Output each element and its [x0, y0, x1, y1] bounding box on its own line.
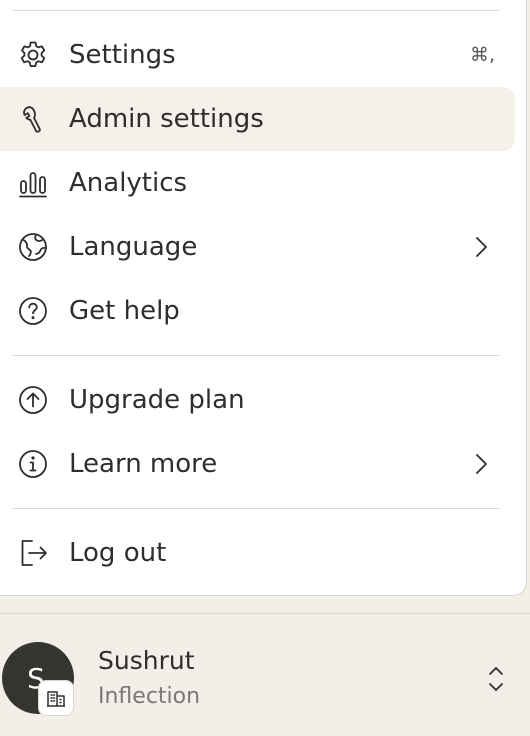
chevron-right-icon [476, 454, 487, 474]
globe-icon [16, 231, 50, 263]
menu-item-upgrade-plan[interactable]: Upgrade plan [0, 368, 515, 432]
user-name: Sushrut [98, 646, 195, 675]
menu-divider [13, 508, 499, 509]
user-organization: Inflection [98, 684, 201, 709]
bar-chart-icon [16, 167, 50, 199]
keyboard-shortcut: ⌘, [469, 44, 495, 66]
building-icon [47, 691, 65, 707]
info-circle-icon [16, 448, 50, 480]
menu-item-label: Admin settings [69, 104, 264, 134]
menu-item-admin-settings[interactable]: Admin settings [0, 87, 515, 151]
org-badge [38, 680, 74, 716]
menu-item-label: Settings [69, 40, 176, 70]
menu-item-get-help[interactable]: Get help [0, 279, 515, 343]
chevron-up-down-icon[interactable] [484, 664, 508, 694]
menu-divider [13, 10, 499, 11]
wrench-icon [16, 103, 50, 135]
menu-item-label: Analytics [69, 168, 188, 198]
menu-divider [13, 355, 499, 356]
logout-icon [16, 537, 50, 569]
menu-item-label: Language [69, 232, 198, 262]
account-switcher[interactable]: S Sushrut Inflection [0, 613, 530, 736]
menu-item-analytics[interactable]: Analytics [0, 151, 515, 215]
menu-item-learn-more[interactable]: Learn more [0, 432, 515, 496]
menu-item-label: Upgrade plan [69, 385, 245, 415]
arrow-up-circle-icon [16, 384, 50, 416]
gear-icon [16, 39, 50, 71]
menu-item-label: Get help [69, 296, 180, 326]
menu-item-label: Log out [69, 538, 167, 568]
question-circle-icon [16, 295, 50, 327]
menu-item-language[interactable]: Language [0, 215, 515, 279]
menu-item-settings[interactable]: Settings ⌘, [0, 23, 515, 87]
menu-item-label: Learn more [69, 449, 218, 479]
menu-item-log-out[interactable]: Log out [0, 521, 515, 585]
chevron-right-icon [476, 237, 487, 257]
